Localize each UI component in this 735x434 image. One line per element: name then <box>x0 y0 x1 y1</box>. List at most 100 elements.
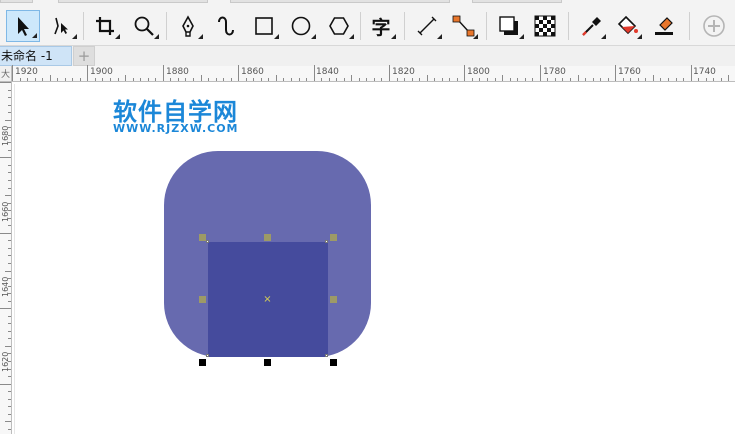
ruler-tick <box>49 75 51 81</box>
ruler-tick <box>5 195 11 197</box>
node-handle[interactable] <box>206 240 209 243</box>
vertical-ruler[interactable]: 1680 1660 1640 1620 <box>0 82 12 434</box>
eyedropper-tool-button[interactable] <box>574 10 608 42</box>
zoom-tool-button[interactable] <box>127 10 161 42</box>
ruler-label: 1660 <box>1 201 10 222</box>
ruler-tick <box>8 89 11 91</box>
ruler-unit-glyph: 大 <box>1 70 11 80</box>
ruler-tick <box>592 78 594 81</box>
ruler-tick <box>419 78 421 81</box>
ruler-label: 1920 <box>15 67 38 77</box>
ruler-tick <box>8 323 11 325</box>
ruler-tick <box>0 383 11 385</box>
ruler-tick <box>434 78 436 81</box>
plus-circle-icon <box>703 15 725 37</box>
ruler-tick <box>660 78 662 81</box>
selection-handle-left[interactable] <box>199 296 206 303</box>
drop-shadow-tool-button[interactable] <box>492 10 526 42</box>
ruler-tick <box>230 78 232 81</box>
rectangle-tool-button[interactable] <box>247 10 281 42</box>
ruler-tick <box>8 278 11 280</box>
ruler-tick <box>464 65 466 81</box>
ruler-tick <box>102 78 104 81</box>
ruler-tick <box>313 65 315 81</box>
ruler-tick <box>42 78 44 81</box>
ruler-tick <box>502 75 504 81</box>
document-tab-bar: 未命名 -1 + <box>0 46 735 66</box>
ruler-tick <box>245 78 247 81</box>
node-handle[interactable] <box>325 240 328 243</box>
ruler-tick <box>8 406 11 408</box>
ruler-tick <box>8 391 11 393</box>
rotation-center-icon[interactable]: × <box>263 295 272 305</box>
ruler-tick <box>94 78 96 81</box>
selection-handle-right[interactable] <box>330 296 337 303</box>
ruler-tick <box>200 75 202 81</box>
ruler-tick <box>8 225 11 227</box>
crop-tool-button[interactable] <box>88 10 122 42</box>
checkerboard-icon <box>534 15 556 37</box>
selection-handle-top-right[interactable] <box>330 234 337 241</box>
ruler-tick <box>8 104 11 106</box>
ruler-tick <box>336 78 338 81</box>
ruler-corner[interactable]: 大 <box>0 66 12 82</box>
ruler-tick <box>8 368 11 370</box>
ruler-tick <box>8 413 11 415</box>
ruler-tick <box>426 75 428 81</box>
new-document-tab-button[interactable]: + <box>73 46 95 66</box>
shape-tool-button[interactable] <box>45 10 79 42</box>
pick-tool-button[interactable] <box>6 10 40 42</box>
ruler-tick <box>607 78 609 81</box>
artistic-media-tool-button[interactable] <box>209 10 243 42</box>
dimension-tool-button[interactable] <box>410 10 444 42</box>
ellipse-tool-button[interactable] <box>284 10 318 42</box>
smart-fill-tool-button[interactable] <box>647 10 681 42</box>
node-handle[interactable] <box>325 354 328 357</box>
selection-handle-bottom-left[interactable] <box>199 359 206 366</box>
ruler-tick <box>562 78 564 81</box>
ruler-tick <box>8 172 11 174</box>
ruler-tick <box>622 78 624 81</box>
ruler-tick <box>8 428 11 430</box>
freehand-tool-button[interactable] <box>171 10 205 42</box>
node-handle[interactable] <box>206 354 209 357</box>
ruler-tick <box>8 180 11 182</box>
selection-handle-top-left[interactable] <box>199 234 206 241</box>
ruler-tick <box>441 78 443 81</box>
polygon-tool-button[interactable] <box>322 10 356 42</box>
selection-handle-top[interactable] <box>264 234 271 241</box>
text-char-icon: 字 <box>371 16 391 39</box>
transparency-tool-button[interactable] <box>528 10 562 42</box>
ruler-tick <box>8 285 11 287</box>
selection-handle-bottom-right[interactable] <box>330 359 337 366</box>
ruler-tick <box>667 78 669 81</box>
ruler-tick <box>8 134 11 136</box>
ruler-tick <box>8 97 11 99</box>
ruler-tick <box>321 78 323 81</box>
ruler-tick <box>208 78 210 81</box>
ruler-tick <box>5 421 11 423</box>
add-tool-button[interactable] <box>697 10 731 42</box>
ruler-tick <box>456 78 458 81</box>
toolbar-top-strip <box>58 0 208 3</box>
watermark-url: WWW.RJZXW.COM <box>113 122 239 135</box>
horizontal-ruler[interactable]: 1920 1900 1880 1860 1840 1820 1800 1780 … <box>12 65 735 82</box>
text-tool-button[interactable]: 字 <box>364 10 398 42</box>
ruler-tick <box>351 75 353 81</box>
ruler-tick <box>720 78 722 81</box>
interactive-fill-tool-button[interactable] <box>610 10 644 42</box>
connector-tool-button[interactable] <box>446 10 480 42</box>
ruler-tick <box>8 353 11 355</box>
ruler-tick <box>177 78 179 81</box>
ruler-tick <box>547 78 549 81</box>
selection-handle-bottom[interactable] <box>264 359 271 366</box>
ruler-tick <box>0 308 11 310</box>
ruler-tick <box>8 142 11 144</box>
ruler-tick <box>698 78 700 81</box>
document-tab[interactable]: 未命名 -1 <box>0 46 72 66</box>
drawing-canvas[interactable] <box>13 83 735 434</box>
ruler-tick <box>5 345 11 347</box>
ruler-tick <box>8 127 11 129</box>
ruler-label: 1740 <box>693 67 716 77</box>
ruler-tick <box>8 338 11 340</box>
